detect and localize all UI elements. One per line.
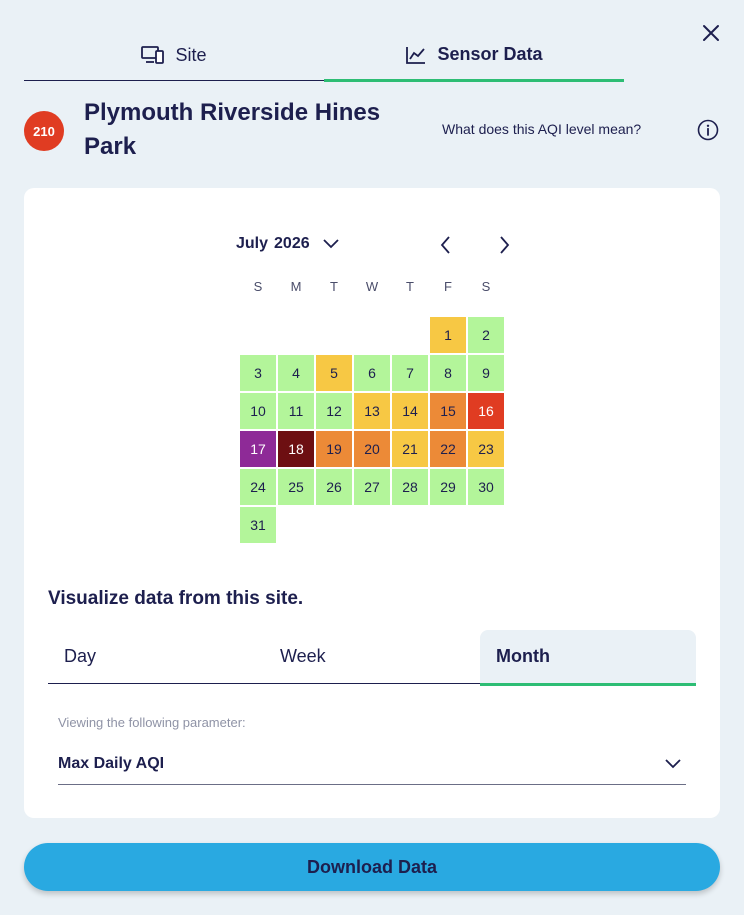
calendar-day[interactable]: 5 — [316, 355, 352, 391]
calendar-day[interactable]: 23 — [468, 431, 504, 467]
range-tabs: Day Week Month — [48, 630, 696, 686]
calendar-day[interactable]: 16 — [468, 393, 504, 429]
calendar-day[interactable]: 15 — [430, 393, 466, 429]
aqi-help-link[interactable]: What does this AQI level mean? — [442, 121, 641, 137]
weekday-label: T — [330, 279, 338, 294]
close-icon — [703, 25, 719, 41]
info-button[interactable] — [697, 119, 719, 141]
calendar-day[interactable]: 17 — [240, 431, 276, 467]
calendar-day[interactable]: 24 — [240, 469, 276, 505]
calendar-day[interactable]: 22 — [430, 431, 466, 467]
info-icon — [697, 119, 719, 141]
calendar-day[interactable]: 3 — [240, 355, 276, 391]
parameter-select[interactable]: Max Daily AQI — [58, 744, 686, 785]
calendar-day[interactable]: 9 — [468, 355, 504, 391]
calendar-blank — [392, 317, 428, 353]
calendar-day[interactable]: 13 — [354, 393, 390, 429]
tab-site[interactable]: Site — [24, 30, 324, 81]
calendar-day[interactable]: 4 — [278, 355, 314, 391]
weekday-label: T — [406, 279, 414, 294]
tab-month[interactable]: Month — [480, 630, 696, 686]
calendar-day[interactable]: 14 — [392, 393, 428, 429]
line-chart-icon — [405, 45, 427, 65]
calendar-day[interactable]: 18 — [278, 431, 314, 467]
top-tabs: Site Sensor Data — [24, 30, 624, 82]
sensor-card: July 2026 S M T W T F S 1 2 3 4 5 6 7 8 9 10 11 12 1… — [24, 188, 720, 818]
tab-week[interactable]: Week — [264, 630, 480, 684]
weekday-label: W — [365, 279, 379, 294]
calendar-day[interactable]: 30 — [468, 469, 504, 505]
weekday-header: S M T W T F S — [239, 279, 505, 294]
calendar-blank — [316, 317, 352, 353]
calendar-day[interactable]: 10 — [240, 393, 276, 429]
calendar-blank — [354, 317, 390, 353]
tab-sensor-label: Sensor Data — [437, 44, 543, 64]
calendar-blank — [278, 317, 314, 353]
weekday-label: S — [481, 279, 491, 294]
calendar-day[interactable]: 11 — [278, 393, 314, 429]
calendar-day[interactable]: 21 — [392, 431, 428, 467]
calendar-day[interactable]: 12 — [316, 393, 352, 429]
calendar-day[interactable]: 26 — [316, 469, 352, 505]
parameter-value: Max Daily AQI — [58, 755, 165, 772]
visualize-title: Visualize data from this site. — [48, 588, 304, 609]
calendar-grid: 1 2 3 4 5 6 7 8 9 10 11 12 13 14 15 16 17 18 19 20 21 22 23 24 2… — [239, 316, 505, 544]
calendar-day[interactable]: 28 — [392, 469, 428, 505]
calendar-day[interactable]: 6 — [354, 355, 390, 391]
weekday-label: S — [253, 279, 263, 294]
tab-day[interactable]: Day — [48, 630, 264, 684]
month-name: July — [236, 235, 269, 252]
calendar-day[interactable]: 29 — [430, 469, 466, 505]
prev-month-button[interactable] — [436, 233, 456, 257]
calendar-day[interactable]: 1 — [430, 317, 466, 353]
weekday-label: M — [290, 279, 302, 294]
calendar-day[interactable]: 20 — [354, 431, 390, 467]
close-button[interactable] — [698, 20, 724, 46]
calendar-day[interactable]: 27 — [354, 469, 390, 505]
calendar-day[interactable]: 2 — [468, 317, 504, 353]
site-name: Plymouth Riverside Hines Park — [84, 99, 381, 160]
weekday-label: F — [444, 279, 452, 294]
month-selector[interactable]: July 2026 — [236, 235, 340, 253]
download-data-button[interactable]: Download Data — [24, 843, 720, 891]
calendar-blank — [240, 317, 276, 353]
year-value: 2026 — [274, 235, 310, 252]
chevron-down-icon — [322, 238, 340, 250]
chevron-left-icon — [440, 236, 450, 254]
devices-icon — [141, 45, 165, 65]
calendar-day[interactable]: 25 — [278, 469, 314, 505]
parameter-caption: Viewing the following parameter: — [58, 715, 246, 730]
aqi-badge: 210 — [24, 111, 64, 151]
chevron-right-icon — [500, 236, 510, 254]
calendar-day[interactable]: 19 — [316, 431, 352, 467]
calendar-day[interactable]: 8 — [430, 355, 466, 391]
calendar-day[interactable]: 7 — [392, 355, 428, 391]
tab-site-label: Site — [175, 44, 207, 65]
chevron-down-icon — [664, 758, 682, 770]
next-month-button[interactable] — [494, 233, 514, 257]
tab-sensor-data[interactable]: Sensor Data — [324, 30, 624, 82]
calendar-day[interactable]: 31 — [240, 507, 276, 543]
